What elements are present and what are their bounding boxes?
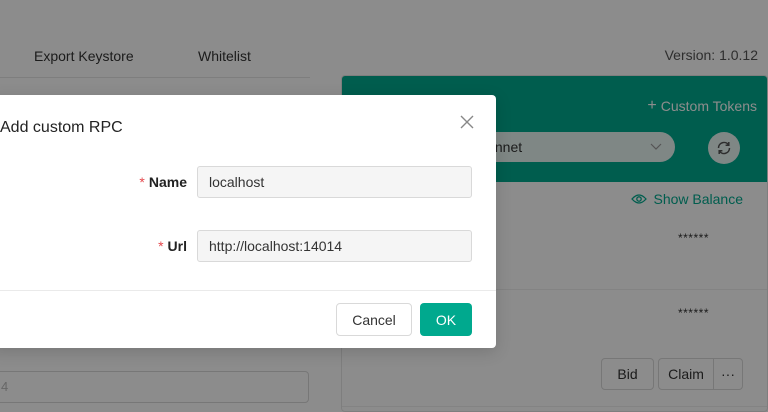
required-mark: * [158, 238, 164, 254]
ok-button[interactable]: OK [420, 303, 472, 336]
add-rpc-dialog: Add custom RPC *Name *Url Cancel OK [0, 95, 496, 348]
name-form-row: * Name [0, 166, 496, 200]
close-icon[interactable] [458, 113, 476, 131]
dialog-footer-divider [0, 290, 496, 291]
cancel-button[interactable]: Cancel [336, 303, 412, 336]
url-input[interactable] [197, 230, 472, 262]
url-label: * Url [158, 238, 187, 254]
dialog-title: Add custom RPC [0, 119, 123, 136]
name-label: * Name [139, 174, 187, 190]
required-mark: * [139, 174, 145, 190]
url-label-text: Url [167, 238, 187, 254]
name-input[interactable] [197, 166, 472, 198]
name-label-text: Name [148, 174, 187, 190]
url-form-row: * Url [0, 230, 496, 264]
